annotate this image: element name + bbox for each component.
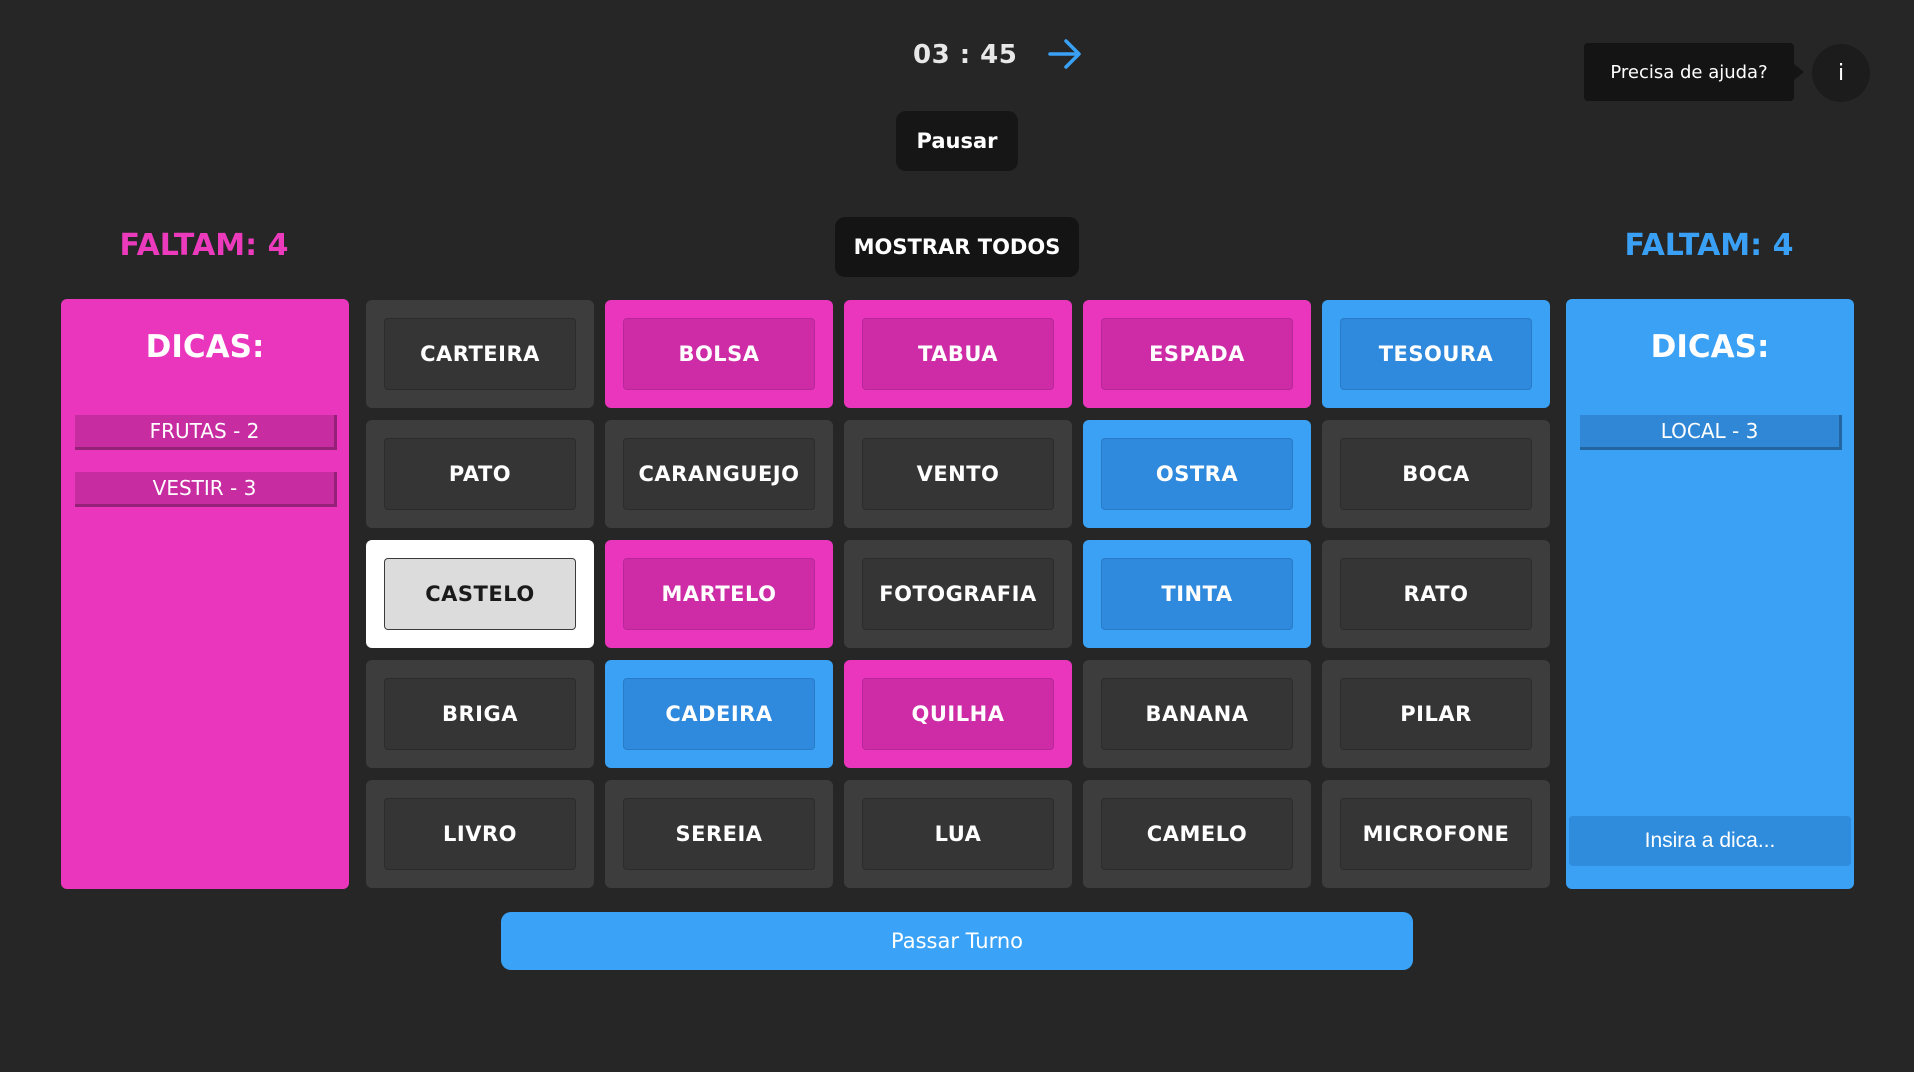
word-card[interactable]: TABUA — [844, 300, 1072, 408]
word-card-label: BOLSA — [624, 319, 814, 389]
word-card[interactable]: MICROFONE — [1322, 780, 1550, 888]
word-card[interactable]: LIVRO — [366, 780, 594, 888]
hint-input[interactable] — [1569, 816, 1851, 866]
word-card-label: LIVRO — [385, 799, 575, 869]
word-card[interactable]: VENTO — [844, 420, 1072, 528]
word-card[interactable]: BOCA — [1322, 420, 1550, 528]
show-all-button[interactable]: MOSTRAR TODOS — [835, 217, 1079, 277]
word-card[interactable]: CARANGUEJO — [605, 420, 833, 528]
word-card[interactable]: CARTEIRA — [366, 300, 594, 408]
pause-button[interactable]: Pausar — [896, 111, 1018, 171]
word-card[interactable]: FOTOGRAFIA — [844, 540, 1072, 648]
word-card-label: MICROFONE — [1341, 799, 1531, 869]
word-card[interactable]: LUA — [844, 780, 1072, 888]
word-card-label: CARTEIRA — [385, 319, 575, 389]
word-card-label: TESOURA — [1341, 319, 1531, 389]
hint-chip: LOCAL - 3 — [1580, 415, 1842, 450]
word-card-label: QUILHA — [863, 679, 1053, 749]
word-card[interactable]: PATO — [366, 420, 594, 528]
word-card-label: ESPADA — [1102, 319, 1292, 389]
blue-team-hints-panel: DICAS: LOCAL - 3 — [1566, 299, 1854, 889]
word-card-label: CADEIRA — [624, 679, 814, 749]
word-card[interactable]: ESPADA — [1083, 300, 1311, 408]
pink-team-hints-panel: DICAS: FRUTAS - 2 VESTIR - 3 — [61, 299, 349, 889]
word-card[interactable]: SEREIA — [605, 780, 833, 888]
word-card-label: RATO — [1341, 559, 1531, 629]
word-card-label: TABUA — [863, 319, 1053, 389]
arrow-right-icon — [1048, 39, 1081, 69]
blue-hints-title: DICAS: — [1650, 329, 1770, 365]
word-card-label: CASTELO — [385, 559, 575, 629]
word-board: CARTEIRA BOLSA TABUA ESPADA TESOURA PATO CARAN… — [366, 300, 1550, 890]
word-card-label: BRIGA — [385, 679, 575, 749]
word-card[interactable]: BANANA — [1083, 660, 1311, 768]
info-button[interactable]: i — [1812, 44, 1870, 102]
pink-team-remaining: FALTAM: 4 — [119, 228, 289, 263]
word-card-label: FOTOGRAFIA — [863, 559, 1053, 629]
word-card-label: SEREIA — [624, 799, 814, 869]
word-card-label: LUA — [863, 799, 1053, 869]
word-card[interactable]: RATO — [1322, 540, 1550, 648]
word-card[interactable]: BRIGA — [366, 660, 594, 768]
pink-hint-list: FRUTAS - 2 VESTIR - 3 — [75, 415, 337, 529]
word-card-label: CAMELO — [1102, 799, 1292, 869]
word-card[interactable]: CAMELO — [1083, 780, 1311, 888]
word-card[interactable]: QUILHA — [844, 660, 1072, 768]
word-card[interactable]: TINTA — [1083, 540, 1311, 648]
word-card[interactable]: MARTELO — [605, 540, 833, 648]
word-card-label: PATO — [385, 439, 575, 509]
word-card[interactable]: BOLSA — [605, 300, 833, 408]
word-card-label: PILAR — [1341, 679, 1531, 749]
word-card-label: CARANGUEJO — [624, 439, 814, 509]
word-card[interactable]: PILAR — [1322, 660, 1550, 768]
help-tooltip: Precisa de ajuda? — [1584, 43, 1804, 101]
word-card-label: OSTRA — [1102, 439, 1292, 509]
word-card-label: TINTA — [1102, 559, 1292, 629]
turn-timer: 03 : 45 — [913, 40, 1018, 70]
pink-hints-title: DICAS: — [145, 329, 265, 365]
word-card[interactable]: TESOURA — [1322, 300, 1550, 408]
hint-chip: FRUTAS - 2 — [75, 415, 337, 450]
word-card[interactable]: CASTELO — [366, 540, 594, 648]
word-card-label: BANANA — [1102, 679, 1292, 749]
word-card-label: BOCA — [1341, 439, 1531, 509]
next-turn-arrow-button[interactable] — [1040, 30, 1090, 78]
game-screen: 03 : 45 Pausar Precisa de ajuda? i FALTA… — [0, 0, 1914, 1072]
hint-chip: VESTIR - 3 — [75, 472, 337, 507]
blue-team-remaining: FALTAM: 4 — [1624, 228, 1794, 263]
word-card[interactable]: OSTRA — [1083, 420, 1311, 528]
word-card[interactable]: CADEIRA — [605, 660, 833, 768]
word-card-label: MARTELO — [624, 559, 814, 629]
word-card-label: VENTO — [863, 439, 1053, 509]
pass-turn-button[interactable]: Passar Turno — [501, 912, 1413, 970]
blue-hint-list: LOCAL - 3 — [1580, 415, 1842, 472]
